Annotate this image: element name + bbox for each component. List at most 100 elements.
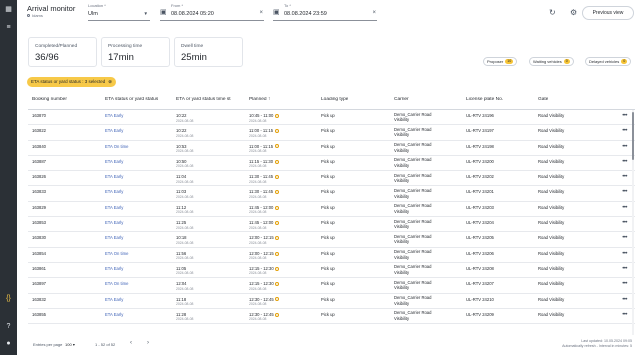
- gate: Road Visibility: [538, 128, 565, 134]
- planned-slot: 12:00 - 12:15 2024-08-08: [249, 251, 280, 260]
- entries-per-page-select[interactable]: 100 ▾: [65, 342, 75, 347]
- eta-status-link[interactable]: ETA Early: [105, 205, 123, 210]
- location-select[interactable]: Location * Ulm ▼: [88, 3, 150, 21]
- previous-view-button[interactable]: Previous view: [582, 6, 634, 20]
- more-options-icon[interactable]: •••: [622, 251, 627, 257]
- column-header-carrier[interactable]: Carrier: [394, 97, 409, 102]
- license-plate: UL-RTV 24204: [466, 220, 494, 226]
- clear-icon[interactable]: ×: [372, 10, 376, 16]
- from-date-field[interactable]: ▣ From * 08.08.2024 05:20 ×: [160, 3, 264, 21]
- table-row[interactable]: 163830 ETA Early 10:18 2024-08-08 12:00 -…: [28, 232, 635, 248]
- table-row[interactable]: 163840 ETA On time 10:53 2024-08-08 11:00…: [28, 141, 635, 156]
- column-header-loading-type[interactable]: Loading type: [321, 97, 348, 102]
- delayed-vehicles-filter-pill[interactable]: Delayed vehicles 0: [585, 57, 632, 66]
- status-time: 10:22 2024-08-08: [176, 128, 194, 138]
- table-row[interactable]: 163822 ETA Early 10:22 2024-08-08 11:00 -…: [28, 125, 635, 141]
- license-plate: UL-RTV 24196: [466, 113, 494, 118]
- clear-icon[interactable]: ×: [259, 10, 263, 16]
- booking-number: 163870: [32, 113, 46, 118]
- planned-slot: 12:15 - 12:30 2024-08-08: [249, 266, 280, 275]
- grid-icon[interactable]: ▦: [0, 6, 17, 14]
- column-header-booking[interactable]: Booking number: [32, 97, 67, 102]
- scrollbar-thumb[interactable]: [632, 112, 634, 160]
- table-row[interactable]: 163897 ETA On time 12:04 2024-08-08 12:15…: [28, 278, 635, 294]
- more-options-icon[interactable]: •••: [622, 159, 627, 165]
- next-page-icon[interactable]: ›: [147, 340, 149, 346]
- menu-icon[interactable]: ≡: [0, 24, 17, 32]
- planned-slot: 11:45 - 12:00 2024-08-08: [249, 220, 279, 230]
- more-options-icon[interactable]: •••: [622, 189, 627, 195]
- proposer-filter-pill[interactable]: Proposer 10: [483, 57, 518, 66]
- clock-icon: [275, 282, 280, 287]
- more-options-icon[interactable]: •••: [622, 220, 627, 226]
- more-options-icon[interactable]: •••: [622, 312, 627, 318]
- waiting-vehicles-filter-pill[interactable]: Waiting vehicles 0: [529, 57, 574, 66]
- status-time: 11:28 2024-08-08: [176, 311, 194, 322]
- kpi-value: 17min: [108, 52, 134, 63]
- more-options-icon[interactable]: •••: [622, 235, 627, 241]
- booking-number: 163897: [32, 281, 46, 287]
- more-options-icon[interactable]: •••: [622, 144, 627, 150]
- booking-number: 163832: [32, 296, 46, 302]
- planned-slot: 11:30 - 11:45 2024-08-08: [249, 189, 279, 199]
- column-header-gate[interactable]: Gate: [538, 97, 548, 102]
- more-options-icon[interactable]: •••: [622, 174, 627, 180]
- clock-icon: [275, 266, 280, 271]
- table-row[interactable]: 163829 ETA Early 11:12 2024-08-08 11:45 -…: [28, 202, 635, 218]
- table-row[interactable]: 163853 ETA Early 11:25 2024-08-08 11:45 -…: [28, 217, 635, 233]
- table-row[interactable]: 163887 ETA Early 10:50 2024-08-08 11:15 -…: [28, 156, 635, 172]
- kpi-value: 36/96: [35, 52, 59, 63]
- more-options-icon[interactable]: •••: [622, 297, 627, 303]
- more-options-icon[interactable]: •••: [622, 281, 627, 287]
- clock-icon: [274, 175, 279, 180]
- more-options-icon[interactable]: •••: [622, 205, 627, 211]
- eta-status-link[interactable]: ETA Early: [105, 113, 123, 118]
- carrier-name: Demo_Carrier Road Visibility: [394, 249, 432, 260]
- eta-status-link[interactable]: ETA Early: [105, 174, 123, 179]
- table-body: 163870 ETA Early 10:22 2024-08-08 10:45 -…: [28, 110, 635, 325]
- prev-page-icon[interactable]: ‹: [130, 340, 132, 346]
- column-header-status-time[interactable]: ETA or yard status time st: [176, 97, 244, 102]
- more-options-icon[interactable]: •••: [622, 113, 627, 119]
- table-row[interactable]: 163861 ETA Early 11:05 2024-08-08 12:15 -…: [28, 263, 635, 279]
- eta-status-link[interactable]: ETA Early: [105, 297, 123, 302]
- eta-status-link[interactable]: ETA Early: [105, 159, 123, 164]
- eta-status-link[interactable]: ETA Early: [105, 220, 123, 225]
- table-row[interactable]: 163833 ETA Early 11:03 2024-08-08 11:30 -…: [28, 186, 635, 202]
- to-label: To *: [284, 3, 291, 8]
- help-icon[interactable]: ?: [0, 323, 17, 331]
- planned-slot: 11:00 - 11:15 2024-08-08: [249, 144, 279, 153]
- more-options-icon[interactable]: •••: [622, 266, 627, 272]
- eta-status-link[interactable]: ETA On time: [105, 251, 128, 256]
- eta-status-link[interactable]: ETA Early: [105, 266, 123, 271]
- booking-number: 163826: [32, 174, 46, 180]
- eta-status-link[interactable]: ETA On time: [105, 144, 128, 149]
- close-icon[interactable]: ⊗: [108, 79, 112, 84]
- brackets-icon[interactable]: {}: [0, 295, 17, 303]
- column-header-license-plate[interactable]: License plate No.: [466, 97, 503, 102]
- refresh-icon[interactable]: ↻: [549, 8, 556, 17]
- calendar-icon[interactable]: ▣: [160, 8, 167, 16]
- more-options-icon[interactable]: •••: [622, 128, 627, 134]
- table-row[interactable]: 163854 ETA On time 11:56 2024-08-08 12:00…: [28, 248, 635, 263]
- table-row[interactable]: 163855 ETA Early 11:28 2024-08-08 12:30 -…: [28, 309, 635, 325]
- eta-status-link[interactable]: ETA Early: [105, 189, 123, 194]
- eta-status-link[interactable]: ETA Early: [105, 235, 123, 240]
- table-row[interactable]: 163832 ETA Early 11:18 2024-08-08 12:30 -…: [28, 294, 635, 309]
- to-date-field[interactable]: ▣ To * 08.08.2024 23:59 ×: [273, 3, 377, 21]
- column-header-planned[interactable]: Planned ↑: [249, 97, 270, 102]
- table-row[interactable]: 163826 ETA Early 11:04 2024-08-08 11:30 -…: [28, 171, 635, 187]
- loading-type: Pick up: [321, 113, 335, 118]
- calendar-icon[interactable]: ▣: [273, 8, 280, 16]
- eta-status-link[interactable]: ETA Early: [105, 312, 123, 317]
- active-filter-chip[interactable]: ETA status or yard status : 3 selected ⊗: [27, 77, 116, 87]
- settings-gear-icon[interactable]: ⚙: [570, 8, 577, 17]
- table-row[interactable]: 163870 ETA Early 10:22 2024-08-08 10:45 -…: [28, 110, 635, 126]
- eta-status-link[interactable]: ETA On time: [105, 281, 128, 286]
- planned-slot: 12:15 - 12:30 2024-08-08: [249, 281, 280, 291]
- eta-status-link[interactable]: ETA Early: [105, 128, 123, 133]
- user-icon[interactable]: ●: [0, 340, 17, 348]
- planned-slot: 12:00 - 12:15 2024-08-08: [249, 235, 280, 245]
- booking-number: 163887: [32, 158, 46, 164]
- column-header-status[interactable]: ETA status or yard status: [105, 97, 158, 102]
